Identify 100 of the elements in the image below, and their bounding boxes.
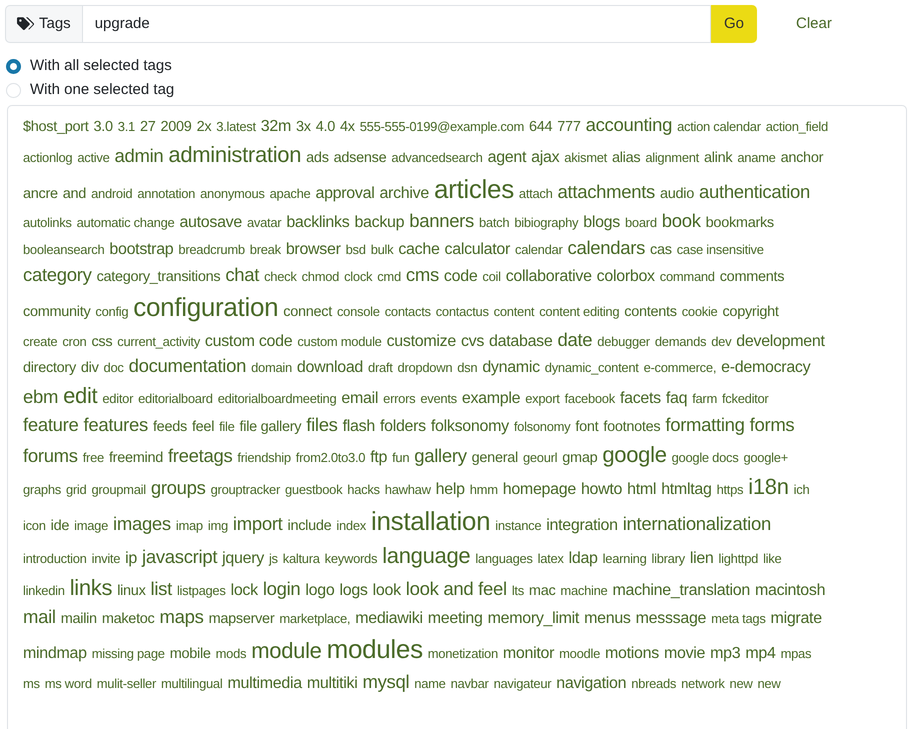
tag-link[interactable]: anchor (780, 148, 824, 169)
tag-link[interactable]: lien (690, 547, 714, 570)
tag-link[interactable]: general (472, 448, 518, 469)
tag-link[interactable]: anonymous (200, 184, 265, 204)
tag-link[interactable]: 777 (557, 117, 581, 138)
tag-link[interactable]: guestbook (285, 480, 342, 500)
tag-link[interactable]: ldap (568, 547, 598, 570)
tag-link[interactable]: javascript (142, 544, 218, 572)
tag-link[interactable]: logs (339, 579, 368, 602)
tag-link[interactable]: dynamic_content (544, 359, 639, 378)
tag-link[interactable]: cvs (460, 330, 484, 353)
tag-link[interactable]: approval (315, 182, 374, 205)
tag-link[interactable]: and (62, 184, 86, 205)
tag-link[interactable]: feeds (152, 417, 187, 438)
tag-link[interactable]: admin (114, 142, 164, 170)
tag-link[interactable]: category_transitions (96, 267, 220, 288)
tag-link[interactable]: maps (160, 604, 204, 631)
tag-link[interactable]: adsense (334, 148, 386, 169)
tag-link[interactable]: annotation (137, 184, 196, 204)
tag-link[interactable]: navigateur (494, 674, 552, 694)
tag-link[interactable]: library (652, 550, 685, 570)
tag-link[interactable]: logo (305, 579, 334, 602)
tag-link[interactable]: maketoc (102, 609, 155, 630)
tag-link[interactable]: list (150, 576, 172, 604)
tag-link[interactable]: cookie (682, 302, 718, 322)
tag-link[interactable]: font (575, 417, 598, 438)
tag-link[interactable]: images (113, 510, 171, 538)
tag-link[interactable]: fun (392, 448, 410, 468)
tag-link[interactable]: action_field (766, 118, 828, 137)
tag-link[interactable]: editor (102, 390, 134, 409)
tag-link[interactable]: motions (605, 642, 659, 666)
tag-link[interactable]: groupmail (91, 480, 146, 500)
tag-link[interactable]: custom code (204, 330, 292, 353)
tag-link[interactable]: chat (225, 262, 260, 289)
tag-link[interactable]: machine_translation (612, 579, 750, 602)
tag-link[interactable]: mail (23, 604, 56, 631)
tag-link[interactable]: dynamic (482, 356, 540, 380)
tag-link[interactable]: advancedsearch (391, 148, 483, 168)
tag-link[interactable]: missing page (92, 644, 165, 664)
tag-link[interactable]: akismet (564, 148, 607, 168)
tag-link[interactable]: mailin (60, 609, 97, 630)
tag-link[interactable]: navbar (450, 674, 489, 694)
tag-link[interactable]: mp4 (745, 642, 776, 666)
tag-link[interactable]: 4x (340, 117, 355, 138)
tag-link[interactable]: contactus (436, 302, 489, 322)
tag-link[interactable]: linkedin (23, 582, 65, 602)
clear-button[interactable]: Clear (792, 12, 836, 36)
tag-link[interactable]: collaborative (506, 265, 592, 288)
tag-link[interactable]: coil (482, 268, 501, 287)
tag-link[interactable]: learning (602, 550, 647, 570)
tag-link[interactable]: introduction (23, 550, 87, 570)
tag-link[interactable]: mods (216, 644, 246, 664)
tag-link[interactable]: batch (479, 214, 510, 234)
tag-link[interactable]: e-democracy (721, 356, 810, 380)
tag-link[interactable]: footnotes (603, 417, 660, 438)
tag-link[interactable]: contents (624, 302, 677, 323)
tag-link[interactable]: forums (23, 442, 78, 470)
tag-link[interactable]: mobile (170, 644, 211, 665)
tag-link[interactable]: $host_port (23, 117, 89, 138)
tag-link[interactable]: lts (512, 582, 524, 602)
tag-link[interactable]: mapserver (208, 609, 274, 630)
tag-link[interactable]: android (91, 184, 132, 204)
tag-link[interactable]: comments (720, 267, 784, 288)
tag-link[interactable]: mp3 (710, 642, 740, 666)
tag-link[interactable]: mediawiki (355, 607, 423, 630)
tag-link[interactable]: features (84, 412, 148, 439)
tag-link[interactable]: new (730, 674, 752, 694)
tag-link[interactable]: listpages (176, 582, 226, 602)
tag-link[interactable]: htmltag (661, 478, 712, 501)
tag-link[interactable]: cms (406, 262, 439, 289)
tag-link[interactable]: ms word (44, 674, 92, 694)
tag-link[interactable]: errors (383, 390, 416, 409)
tag-link[interactable]: break (250, 241, 281, 260)
tag-link[interactable]: clock (344, 268, 372, 287)
tag-link[interactable]: action calendar (677, 118, 761, 137)
tag-link[interactable]: 3x (296, 117, 311, 138)
tag-link[interactable]: bootstrap (109, 238, 174, 262)
tag-link[interactable]: messsage (636, 607, 706, 630)
tag-link[interactable]: bookmarks (706, 213, 774, 234)
tag-link[interactable]: blogs (583, 211, 620, 235)
tag-link[interactable]: agent (488, 146, 526, 169)
tag-link[interactable]: bsd (346, 241, 366, 260)
tag-link[interactable]: cache (398, 238, 440, 262)
tag-link[interactable]: accounting (586, 112, 672, 139)
tag-link[interactable]: aname (737, 148, 776, 168)
tag-link[interactable]: installation (370, 502, 490, 540)
tag-link[interactable]: nbreads (631, 674, 676, 694)
tag-link[interactable]: ajax (531, 146, 560, 169)
tag-link[interactable]: calculator (444, 238, 510, 262)
tag-link[interactable]: events (420, 390, 457, 409)
tag-link[interactable]: index (336, 516, 366, 536)
tag-link[interactable]: download (296, 356, 364, 380)
tag-link[interactable]: instance (495, 516, 542, 536)
tag-link[interactable]: 555-555-0199@example.com (360, 118, 524, 137)
tag-link[interactable]: latex (538, 550, 564, 570)
tag-link[interactable]: category (23, 262, 92, 289)
tag-link[interactable]: check (264, 268, 297, 287)
tag-link[interactable]: include (288, 516, 332, 537)
tag-link[interactable]: book (662, 208, 701, 236)
tag-link[interactable]: dropdown (398, 359, 452, 378)
